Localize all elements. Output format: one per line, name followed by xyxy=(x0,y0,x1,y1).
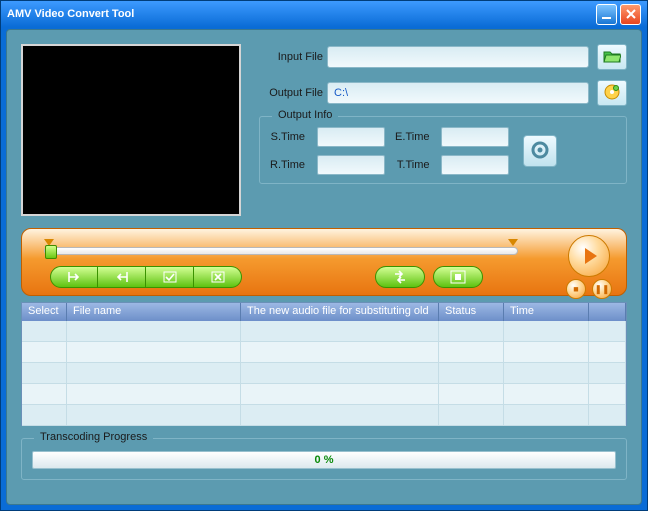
output-file-field[interactable]: C:\ xyxy=(327,82,589,104)
minimize-button[interactable] xyxy=(596,4,617,25)
titlebar: AMV Video Convert Tool xyxy=(1,1,647,27)
table-row[interactable] xyxy=(22,321,626,342)
s-time-label: S.Time xyxy=(270,131,307,143)
browse-input-button[interactable] xyxy=(597,44,627,70)
disc-icon xyxy=(604,84,620,103)
t-time-value xyxy=(441,155,509,175)
gear-icon xyxy=(530,140,550,163)
e-time-label: E.Time xyxy=(395,131,431,143)
output-info-legend: Output Info xyxy=(272,109,338,121)
table-row[interactable] xyxy=(22,342,626,363)
end-marker-icon[interactable] xyxy=(508,239,518,246)
video-preview xyxy=(21,44,241,216)
mark-end-button[interactable] xyxy=(98,266,146,288)
deselect-button[interactable] xyxy=(194,266,242,288)
s-time-value xyxy=(317,127,385,147)
control-panel: ■ ❚❚ xyxy=(21,228,627,296)
output-file-label: Output File xyxy=(259,87,327,99)
settings-button[interactable] xyxy=(523,135,557,167)
e-time-value xyxy=(441,127,509,147)
pause-small-button[interactable]: ❚❚ xyxy=(592,279,612,299)
table-row[interactable] xyxy=(22,405,626,426)
table-header: Select File name The new audio file for … xyxy=(22,303,626,321)
progress-group: Transcoding Progress 0 % xyxy=(21,438,627,480)
output-info-group: Output Info S.Time E.Time R.Time T.Time xyxy=(259,116,627,184)
stop-button[interactable] xyxy=(433,266,483,288)
r-time-label: R.Time xyxy=(270,159,307,171)
col-select[interactable]: Select xyxy=(22,303,67,321)
progress-bar: 0 % xyxy=(32,451,616,469)
browse-output-button[interactable] xyxy=(597,80,627,106)
stop-small-button[interactable]: ■ xyxy=(566,279,586,299)
slider-track[interactable] xyxy=(44,247,518,255)
app-window: AMV Video Convert Tool Input File Output… xyxy=(0,0,648,511)
file-table: Select File name The new audio file for … xyxy=(21,302,627,426)
convert-button[interactable] xyxy=(375,266,425,288)
window-title: AMV Video Convert Tool xyxy=(7,8,134,20)
timeline-slider[interactable] xyxy=(44,239,518,255)
t-time-label: T.Time xyxy=(395,159,431,171)
select-all-button[interactable] xyxy=(146,266,194,288)
table-body[interactable] xyxy=(22,321,626,425)
r-time-value xyxy=(317,155,385,175)
table-row[interactable] xyxy=(22,363,626,384)
folder-open-icon xyxy=(603,49,621,66)
input-file-label: Input File xyxy=(259,51,327,63)
col-time[interactable]: Time xyxy=(504,303,589,321)
input-file-field[interactable] xyxy=(327,46,589,68)
col-filename[interactable]: File name xyxy=(67,303,241,321)
close-button[interactable] xyxy=(620,4,641,25)
play-button[interactable] xyxy=(568,235,610,277)
slider-handle[interactable] xyxy=(45,245,57,259)
col-spacer xyxy=(589,303,626,321)
progress-text: 0 % xyxy=(315,454,334,466)
progress-legend: Transcoding Progress xyxy=(34,431,153,443)
col-newaudio[interactable]: The new audio file for substituting old xyxy=(241,303,439,321)
mark-start-button[interactable] xyxy=(50,266,98,288)
col-status[interactable]: Status xyxy=(439,303,504,321)
client-area: Input File Output File C:\ Output Info xyxy=(6,29,642,505)
table-row[interactable] xyxy=(22,384,626,405)
